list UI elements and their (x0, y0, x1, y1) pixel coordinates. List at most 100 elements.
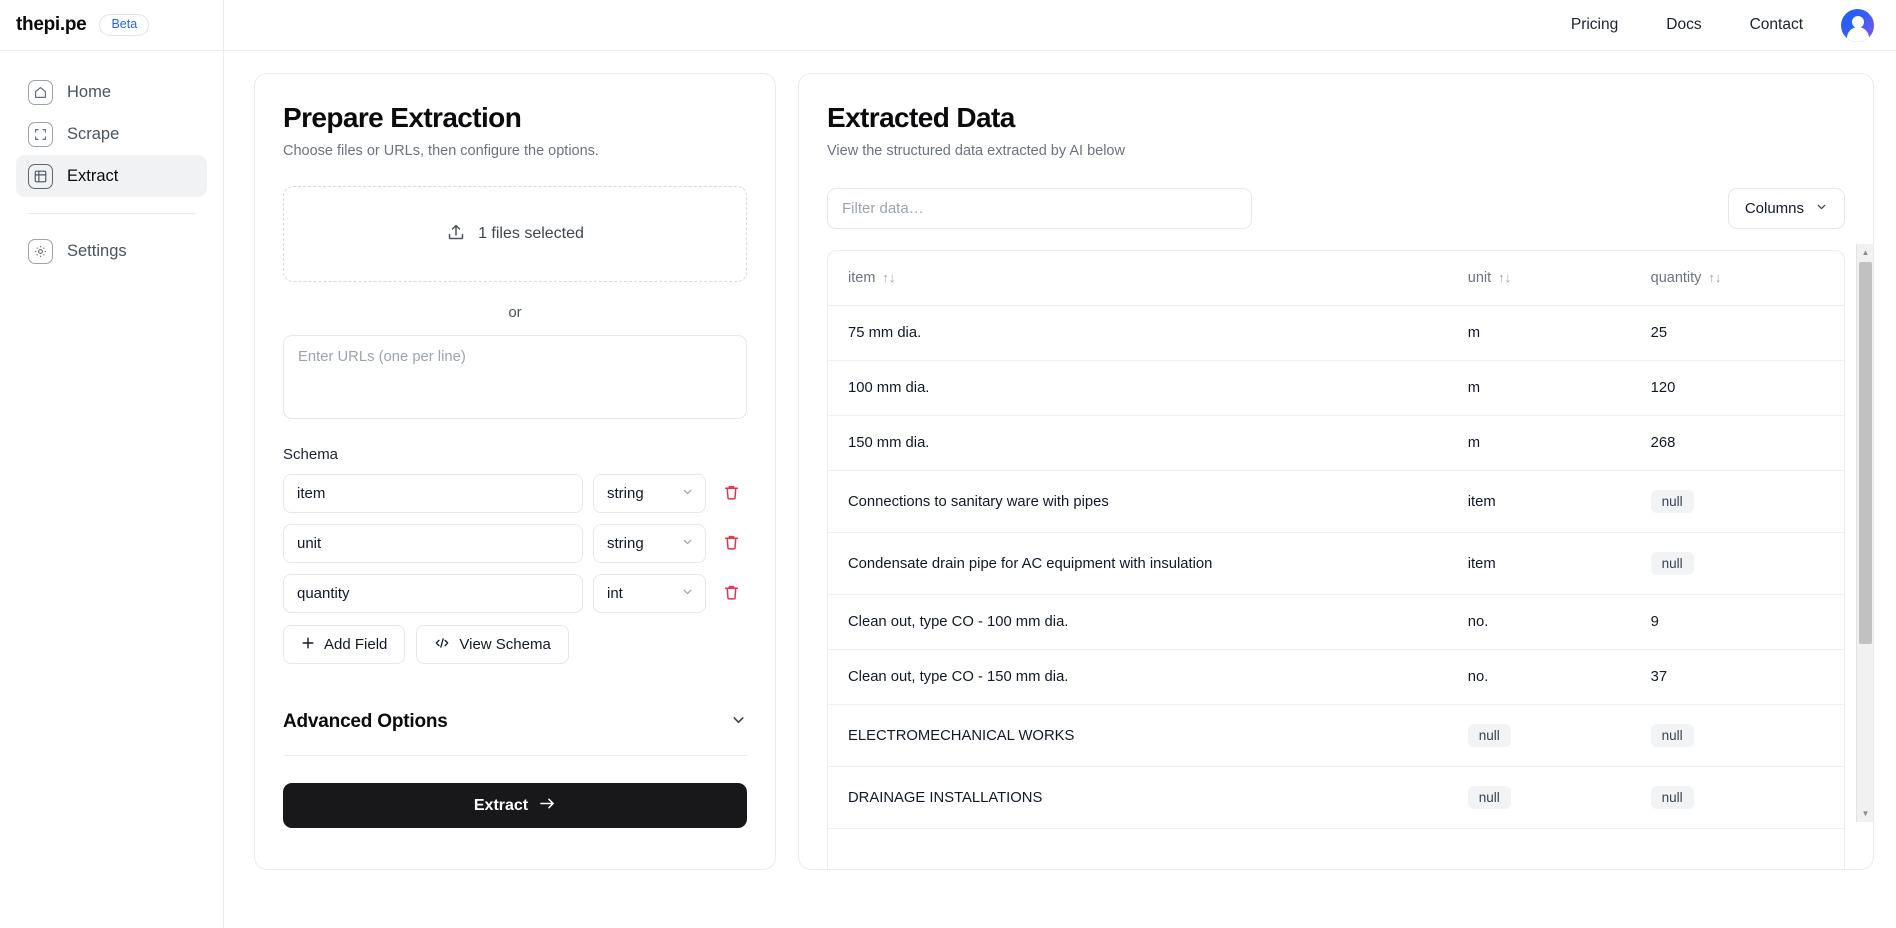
delete-field-button[interactable] (716, 574, 747, 613)
schema-field-type-select[interactable]: string (593, 524, 706, 563)
table-cell-quantity: 25 (1630, 305, 1844, 361)
table-cell-quantity: null (1630, 532, 1844, 595)
scroll-down-arrow[interactable]: ▼ (1857, 805, 1873, 822)
nav-link-contact[interactable]: Contact (1726, 10, 1827, 40)
table-cell-unit: null (1447, 766, 1631, 829)
scrollbar-thumb[interactable] (1859, 262, 1872, 644)
table-cell-unit: m (1447, 415, 1631, 471)
schema-row: int (283, 574, 747, 613)
vertical-scrollbar[interactable]: ▲ ▼ (1856, 244, 1873, 822)
file-dropzone[interactable]: 1 files selected (283, 186, 747, 282)
advanced-options-toggle[interactable]: Advanced Options (283, 711, 747, 733)
sidebar-item-label: Home (67, 82, 112, 101)
schema-field-type-select[interactable]: string (593, 474, 706, 513)
schema-row: string (283, 524, 747, 563)
scroll-up-arrow[interactable]: ▲ (1857, 244, 1873, 261)
null-badge: null (1650, 786, 1694, 809)
sidebar-item-settings[interactable]: Settings (16, 230, 207, 272)
sidebar-item-label: Settings (67, 241, 127, 260)
columns-button[interactable]: Columns (1727, 188, 1845, 229)
extract-button[interactable]: Extract (283, 783, 747, 828)
content-area: Prepare Extraction Choose files or URLs,… (224, 51, 1896, 928)
extract-icon (28, 163, 53, 189)
sidebar-item-label: Scrape (67, 124, 120, 143)
table-cell-item: 100 mm dia. (828, 360, 1448, 416)
sidebar-item-home[interactable]: Home (16, 71, 207, 113)
table-row: Connections to sanitary ware with pipes i… (828, 470, 1844, 533)
urls-input[interactable] (283, 335, 747, 419)
schema-label: Schema (283, 446, 339, 463)
table-row: 150 mm dia. m 268 (828, 415, 1844, 471)
table-cell-item: ELECTROMECHANICAL WORKS (828, 704, 1448, 767)
table-controls: Columns (799, 188, 1873, 229)
extracted-data-panel: Extracted Data View the structured data … (798, 73, 1874, 870)
trash-icon (723, 484, 740, 504)
schema-row: string (283, 474, 747, 513)
trash-icon (723, 534, 740, 554)
sidebar-item-scrape[interactable]: Scrape (16, 113, 207, 155)
table-row: Clean out, type CO - 150 mm dia. no. 37 (828, 649, 1844, 705)
delete-field-button[interactable] (716, 474, 747, 513)
table-cell-unit: item (1447, 470, 1631, 533)
schema-field-name-input[interactable] (283, 474, 583, 513)
app-root: thepi.pe Beta Home Scrape Extract Settin… (0, 0, 1896, 928)
nav-link-docs[interactable]: Docs (1642, 10, 1725, 40)
view-schema-button[interactable]: View Schema (416, 625, 569, 664)
chevron-down-icon (681, 535, 694, 552)
sort-icon[interactable]: ↑↓ (882, 270, 895, 285)
table-header-row: item ↑↓ unit ↑↓ quantity ↑↓ (828, 251, 1844, 306)
table-row: Condensate drain pipe for AC equipment w… (828, 532, 1844, 595)
sort-icon[interactable]: ↑↓ (1708, 270, 1721, 285)
add-field-button[interactable]: Add Field (283, 625, 406, 664)
nav-link-pricing[interactable]: Pricing (1547, 10, 1642, 40)
sort-icon[interactable]: ↑↓ (1498, 270, 1511, 285)
beta-badge: Beta (99, 14, 150, 36)
extracted-subtitle: View the structured data extracted by AI… (827, 143, 1125, 159)
column-header-label: item (848, 270, 876, 286)
table-row: ELECTROMECHANICAL WORKS null null (828, 704, 1844, 767)
table-cell-quantity: null (1630, 470, 1844, 533)
schema-field-type-value: string (607, 485, 644, 502)
avatar-body (1846, 26, 1869, 42)
user-avatar[interactable] (1841, 8, 1874, 42)
columns-button-label: Columns (1744, 200, 1804, 217)
table-cell-item: Clean out, type CO - 150 mm dia. (828, 649, 1448, 705)
table-cell-item: Connections to sanitary ware with pipes (828, 470, 1448, 533)
column-header-quantity[interactable]: quantity ↑↓ (1630, 251, 1844, 306)
page-subtitle: Choose files or URLs, then configure the… (283, 143, 599, 159)
schema-actions: Add Field View Schema (283, 625, 747, 664)
home-icon (28, 79, 53, 105)
schema-field-name-input[interactable] (283, 574, 583, 613)
gear-icon (28, 238, 53, 264)
table-body: 75 mm dia. m 25 100 mm dia. m 120 150 mm dia. m… (828, 305, 1844, 829)
or-separator: or (508, 304, 522, 321)
add-field-label: Add Field (324, 636, 388, 653)
view-schema-label: View Schema (459, 636, 551, 653)
schema-field-type-select[interactable]: int (593, 574, 706, 613)
delete-field-button[interactable] (716, 524, 747, 563)
null-badge: null (1467, 786, 1511, 809)
table-cell-unit: m (1447, 360, 1631, 416)
column-header-item[interactable]: item ↑↓ (828, 251, 1448, 306)
column-header-unit[interactable]: unit ↑↓ (1447, 251, 1631, 306)
dropzone-label: 1 files selected (478, 225, 584, 242)
arrow-right-icon (539, 796, 556, 816)
table-cell-quantity: null (1630, 766, 1844, 829)
table-cell-unit: no. (1447, 594, 1631, 650)
main-column: Pricing Docs Contact Prepare Extraction … (224, 0, 1896, 928)
chevron-down-icon (1815, 200, 1828, 217)
null-badge: null (1467, 724, 1511, 747)
filter-input[interactable] (827, 188, 1252, 229)
schema-field-name-input[interactable] (283, 524, 583, 563)
extracted-header: Extracted Data View the structured data … (799, 102, 1873, 159)
table-row: 100 mm dia. m 120 (828, 360, 1844, 416)
chevron-down-icon (681, 485, 694, 502)
column-header-label: unit (1467, 270, 1492, 286)
upload-icon (446, 222, 466, 247)
code-icon (434, 636, 450, 654)
sidebar: thepi.pe Beta Home Scrape Extract Settin… (0, 0, 224, 928)
table-header: item ↑↓ unit ↑↓ quantity ↑↓ (828, 251, 1844, 306)
sidebar-item-extract[interactable]: Extract (16, 155, 207, 197)
data-table: item ↑↓ unit ↑↓ quantity ↑↓ 75 mm dia. m 25 1 (828, 251, 1844, 829)
chevron-down-icon (681, 585, 694, 602)
